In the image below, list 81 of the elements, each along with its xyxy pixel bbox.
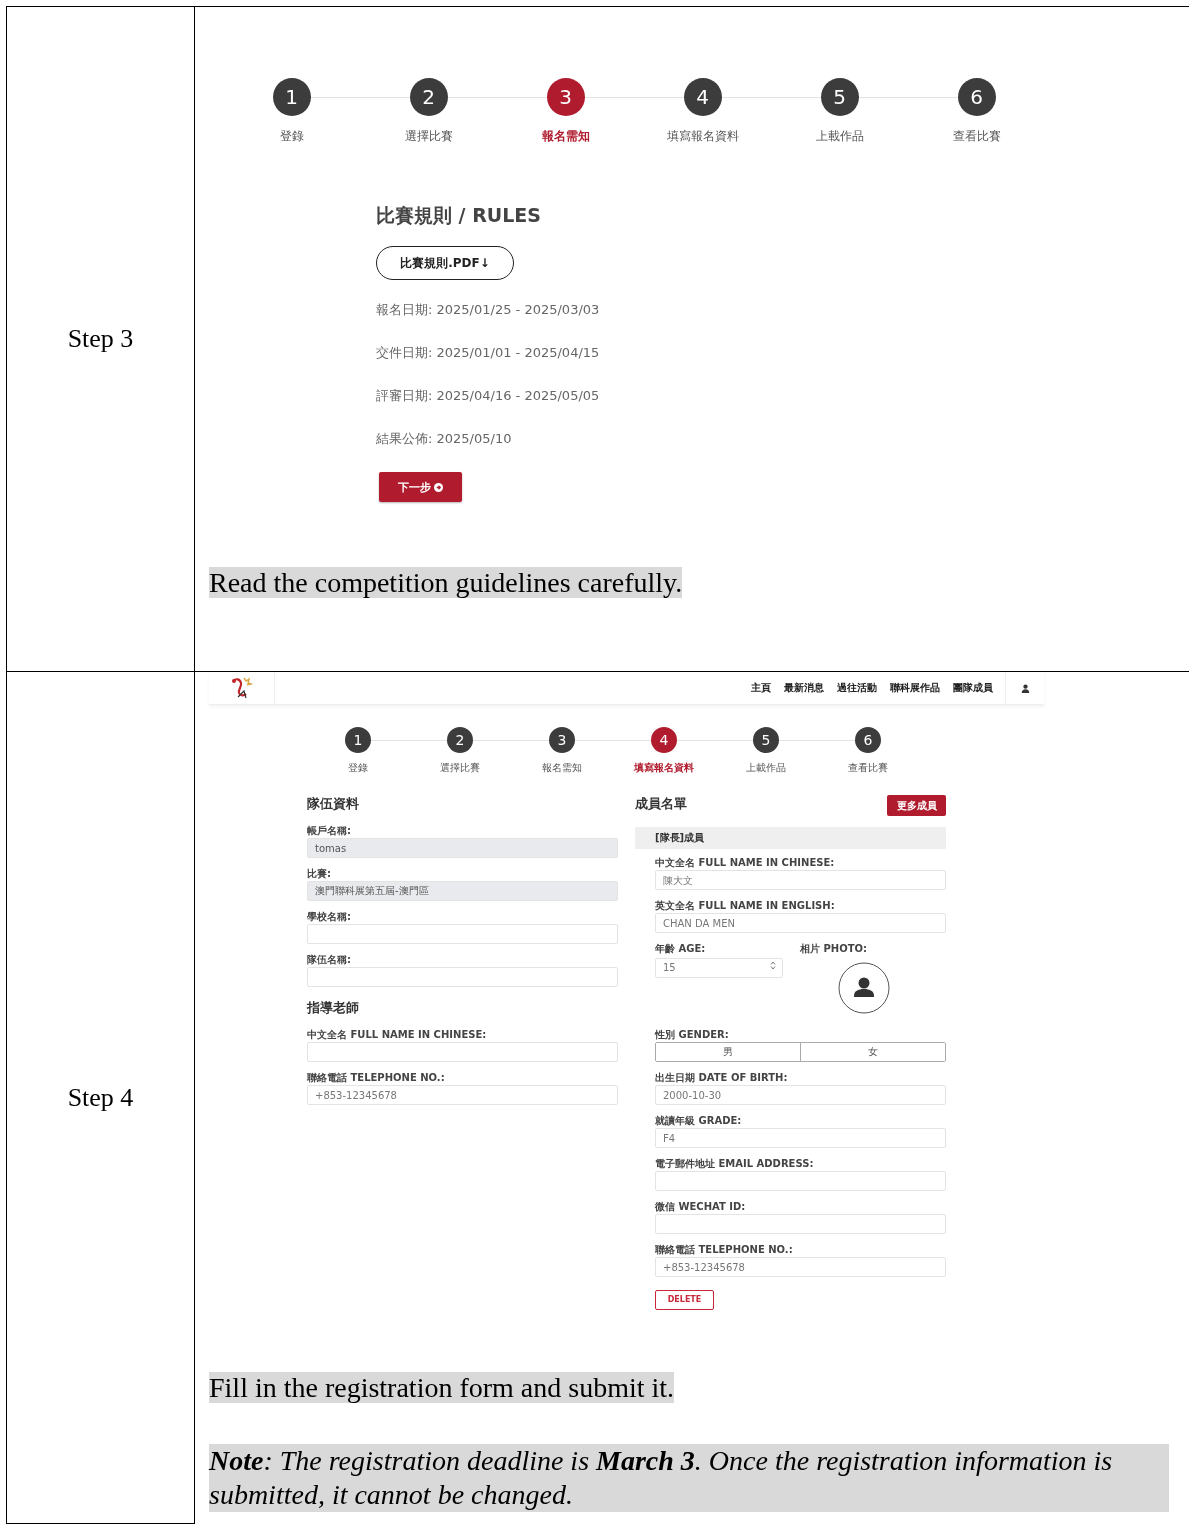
field-label: 聯絡電話 TELEPHONE NO.:	[655, 1244, 794, 1256]
member-header: [隊長]成員	[635, 827, 946, 849]
step-title: 填寫報名資料	[634, 761, 694, 775]
input-field[interactable]	[655, 1214, 946, 1234]
input-field[interactable]: 2000-10-30	[655, 1085, 946, 1105]
rules-title: 比賽規則 / RULES	[376, 203, 541, 228]
section-title: 成員名單	[635, 795, 687, 813]
nav-link[interactable]: 過往活動	[837, 681, 877, 695]
field-label: 中文全名 FULL NAME IN CHINESE:	[307, 1029, 488, 1041]
caption-text: Fill in the registration form and submit it.	[209, 1371, 675, 1403]
date-text: 報名日期: 2025/01/25 - 2025/03/03	[376, 301, 600, 319]
step-title: 登錄	[348, 761, 368, 775]
caption-text: Read the competition guidelines carefully.	[209, 567, 683, 598]
bird-logo-icon	[229, 675, 254, 701]
section-title: 隊伍資料	[307, 795, 360, 813]
field-label: 微信 WECHAT ID:	[655, 1201, 747, 1213]
next-button[interactable]: 下一步	[379, 472, 462, 502]
input-field[interactable]	[307, 1042, 618, 1062]
nav-link[interactable]: 主頁	[751, 681, 771, 695]
step-number[interactable]: 5	[753, 727, 779, 753]
input-field[interactable]: 陳大文	[655, 870, 946, 890]
step-title: 選擇比賽	[440, 761, 480, 775]
field-label: 帳戶名稱:	[307, 825, 352, 837]
nav-link[interactable]: 團隊成員	[953, 681, 993, 695]
step-title: 選擇比賽	[404, 128, 453, 145]
step-title: 報名需知	[542, 761, 582, 775]
user-icon[interactable]	[1020, 683, 1030, 693]
step-title: 填寫報名資料	[666, 128, 739, 145]
step-number[interactable]: 2	[447, 727, 473, 753]
field-label: 英文全名 FULL NAME IN ENGLISH:	[655, 900, 836, 912]
avatar-icon[interactable]	[836, 962, 892, 1014]
spinner-icon[interactable]	[770, 961, 776, 970]
field-label: 比賽:	[307, 868, 332, 880]
step-title: 上載作品	[815, 128, 864, 145]
date-text: 評審日期: 2025/04/16 - 2025/05/05	[376, 387, 600, 405]
step-number[interactable]: 5	[820, 78, 859, 116]
step-number[interactable]: 1	[272, 78, 311, 116]
step-number[interactable]: 6	[957, 78, 996, 116]
step-number[interactable]: 6	[855, 727, 881, 753]
input-field[interactable]: CHAN DA MEN	[655, 913, 946, 933]
field-label: 電子郵件地址 EMAIL ADDRESS:	[655, 1158, 815, 1170]
nav-link[interactable]: 聯科展作品	[890, 681, 940, 695]
age-field[interactable]: 15	[655, 957, 783, 978]
date-text: 結果公佈: 2025/05/10	[376, 430, 512, 448]
add-member-button[interactable]: 更多成員	[887, 795, 946, 816]
step-number[interactable]: 3	[549, 727, 575, 753]
nav-link[interactable]: 最新消息	[784, 681, 824, 695]
input-field[interactable]	[655, 1171, 946, 1191]
date-text: 交件日期: 2025/01/01 - 2025/04/15	[376, 344, 600, 362]
step-number[interactable]: 4	[651, 727, 677, 753]
field-label: 出生日期 DATE OF BIRTH:	[655, 1072, 789, 1084]
input-field[interactable]	[307, 924, 618, 944]
step-number[interactable]: 3	[546, 78, 585, 116]
delete-button[interactable]: DELETE	[655, 1289, 714, 1310]
input-field[interactable]: +853-12345678	[655, 1257, 946, 1277]
step-number[interactable]: 1	[345, 727, 371, 753]
step-label: Step 3	[67, 324, 134, 354]
field-label: 相片 PHOTO:	[800, 943, 868, 955]
section-title: 指導老師	[307, 999, 360, 1017]
field-label: 性別 GENDER:	[655, 1029, 730, 1041]
field-label: 隊伍名稱:	[307, 954, 352, 966]
field-label: 聯絡電話 TELEPHONE NO.:	[307, 1072, 446, 1084]
field-label: 就讀年級 GRADE:	[655, 1115, 743, 1127]
step-title: 上載作品	[746, 761, 786, 775]
step-title: 報名需知	[541, 128, 590, 145]
step-label: Step 4	[67, 1082, 134, 1113]
pdf-download-button[interactable]: 比賽規則.PDF↓	[376, 246, 514, 280]
gender-option[interactable]: 女	[800, 1043, 945, 1061]
step-title: 登錄	[279, 128, 304, 145]
field-label: 中文全名 FULL NAME IN CHINESE:	[655, 857, 836, 869]
input-field[interactable]: +853-12345678	[307, 1085, 618, 1105]
step-number[interactable]: 4	[683, 78, 722, 116]
field-label: 年齡 AGE:	[655, 943, 707, 955]
step-title: 查看比賽	[952, 128, 1001, 145]
field-label: 學校名稱:	[307, 911, 352, 923]
input-field[interactable]: F4	[655, 1128, 946, 1148]
arrow-circle-icon	[434, 482, 443, 492]
step-title: 查看比賽	[848, 761, 888, 775]
note-text: Note: The registration deadline is March 3. Once the registration information is submitted, it cannot be changed.	[209, 1443, 1169, 1512]
step-number[interactable]: 2	[409, 78, 448, 116]
input-field[interactable]	[307, 967, 618, 987]
